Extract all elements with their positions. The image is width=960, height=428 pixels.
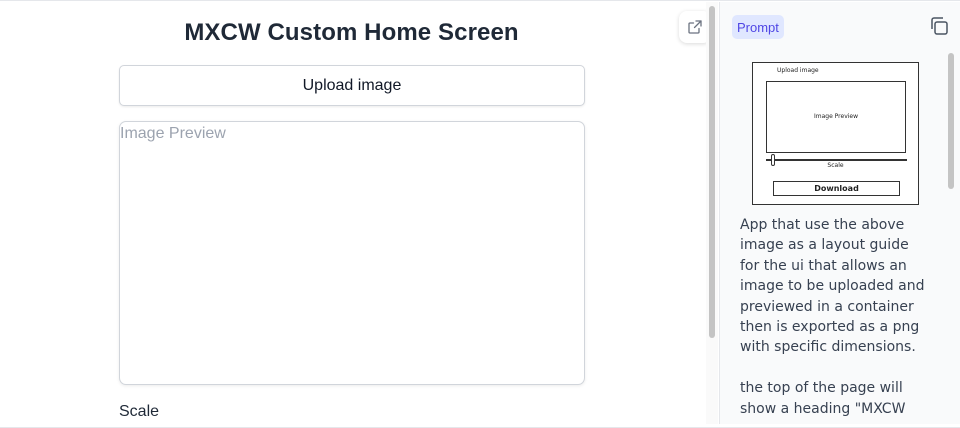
- prompt-scrollbar-thumb[interactable]: [948, 53, 954, 189]
- image-preview-container: Image Preview: [119, 121, 585, 385]
- sketch-upload-label: Upload image: [777, 67, 819, 74]
- prompt-paragraph: the top of the page will show a heading …: [740, 380, 906, 417]
- prompt-text: App that use the above image as a layout…: [740, 215, 925, 424]
- prompt-panel: Prompt Upload image Image Preview Scale …: [719, 2, 960, 424]
- sketch-slider-track: [766, 159, 907, 161]
- page-title: MXCW Custom Home Screen: [184, 19, 519, 46]
- copy-icon: [931, 17, 948, 35]
- scale-label: Scale: [119, 403, 160, 420]
- upload-image-button[interactable]: Upload image: [119, 65, 585, 106]
- prompt-paragraph: App that use the above image as a layout…: [740, 217, 925, 356]
- app-scrollbar[interactable]: [706, 2, 718, 424]
- sketch-preview-label: Image Preview: [813, 113, 859, 120]
- sketch-download-button: Download: [773, 181, 900, 196]
- image-preview-placeholder: Image Preview: [120, 125, 226, 142]
- prompt-scrollbar[interactable]: [946, 50, 956, 424]
- copy-button[interactable]: [928, 15, 950, 37]
- app-scrollbar-thumb[interactable]: [709, 6, 715, 338]
- sketch-preview-box: Image Preview: [766, 81, 906, 153]
- layout-sketch-image: Upload image Image Preview Scale Downloa…: [752, 62, 919, 205]
- sketch-scale-label: Scale: [827, 162, 844, 169]
- external-link-icon: [688, 20, 702, 34]
- app-pane: MXCW Custom Home Screen Upload image Ima…: [0, 2, 705, 424]
- prompt-badge: Prompt: [732, 15, 784, 39]
